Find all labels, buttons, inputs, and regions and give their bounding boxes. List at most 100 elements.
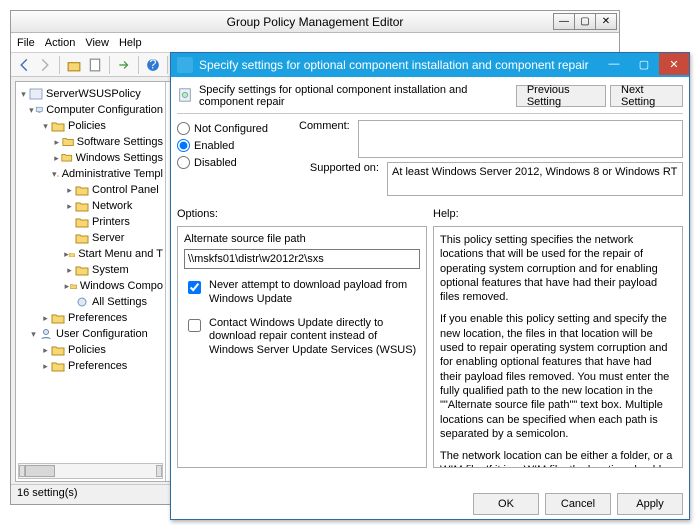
menu-view[interactable]: View <box>85 37 109 49</box>
folder-icon <box>57 168 59 180</box>
radio-input[interactable] <box>177 122 190 135</box>
maximize-button[interactable]: ▢ <box>574 13 596 30</box>
expander-icon[interactable]: ▸ <box>40 361 51 372</box>
cancel-button[interactable]: Cancel <box>545 493 611 515</box>
next-setting-button[interactable]: Next Setting <box>610 85 683 107</box>
dialog-heading: Specify settings for optional component … <box>199 84 516 108</box>
help-label: Help: <box>433 208 683 226</box>
toolbar-divider <box>59 56 60 74</box>
tree-prefs[interactable]: Preferences <box>68 312 127 324</box>
scroll-thumb[interactable] <box>25 465 55 477</box>
menu-file[interactable]: File <box>17 37 35 49</box>
close-button[interactable]: ✕ <box>595 13 617 30</box>
dialog-minimize-button[interactable]: — <box>599 53 629 75</box>
state-radios: Not Configured Enabled Disabled <box>177 120 287 196</box>
back-icon[interactable] <box>15 56 33 74</box>
settings-icon <box>75 296 89 308</box>
tree-usercfg[interactable]: User Configuration <box>56 328 148 340</box>
tree-uprefs[interactable]: Preferences <box>68 360 127 372</box>
tree-net[interactable]: Network <box>92 200 132 212</box>
folder-icon <box>62 136 74 148</box>
titlebar: Group Policy Management Editor — ▢ ✕ <box>11 11 619 33</box>
tree-compcfg[interactable]: Computer Configuration <box>46 104 163 116</box>
expander-icon[interactable]: ▸ <box>64 201 75 212</box>
dialog-close-button[interactable]: ✕ <box>659 53 689 75</box>
checkbox-input[interactable] <box>188 281 201 294</box>
options-label: Options: <box>177 208 427 226</box>
status-text: 16 setting(s) <box>17 487 78 499</box>
window-buttons: — ▢ ✕ <box>554 13 617 30</box>
tree-server[interactable]: Server <box>92 232 124 244</box>
radio-input[interactable] <box>177 139 190 152</box>
radio-input[interactable] <box>177 156 190 169</box>
tree-printers[interactable]: Printers <box>92 216 130 228</box>
tree-software[interactable]: Software Settings <box>77 136 163 148</box>
expander-icon[interactable]: ▸ <box>52 137 62 148</box>
tree-cp[interactable]: Control Panel <box>92 184 159 196</box>
expander-icon[interactable] <box>64 217 75 227</box>
alt-path-input[interactable] <box>184 249 420 269</box>
folder-icon <box>51 120 65 132</box>
expander-icon[interactable] <box>64 233 75 243</box>
tree: ▾ ServerWSUSPolicy ▾ Computer Configuratio… <box>16 82 165 378</box>
expander-icon[interactable]: ▸ <box>40 345 51 356</box>
expander-icon[interactable]: ▸ <box>64 265 75 276</box>
ok-button[interactable]: OK <box>473 493 539 515</box>
expander-icon[interactable]: ▸ <box>52 153 61 164</box>
dialog-body: Specify settings for optional component … <box>177 81 683 515</box>
help-box[interactable]: This policy setting specifies the networ… <box>433 226 683 468</box>
tree-admin[interactable]: Administrative Templ <box>62 168 163 180</box>
tree-scrollbar[interactable] <box>18 463 163 479</box>
expander-icon[interactable]: ▾ <box>18 89 29 100</box>
previous-setting-button[interactable]: Previous Setting <box>516 85 606 107</box>
checkbox-label: Contact Windows Update directly to downl… <box>209 317 420 358</box>
tree-system[interactable]: System <box>92 264 129 276</box>
folder-icon <box>69 248 75 260</box>
toolbar-divider <box>109 56 110 74</box>
expander-icon[interactable]: ▾ <box>28 105 35 116</box>
checkbox-input[interactable] <box>188 319 201 332</box>
radio-enabled[interactable]: Enabled <box>177 139 287 152</box>
menu-action[interactable]: Action <box>45 37 76 49</box>
folder-icon <box>75 184 89 196</box>
folder-icon <box>51 312 65 324</box>
tree-pane[interactable]: ▾ ServerWSUSPolicy ▾ Computer Configuratio… <box>16 82 166 481</box>
tree-windows[interactable]: Windows Settings <box>76 152 163 164</box>
apply-button[interactable]: Apply <box>617 493 683 515</box>
radio-label: Not Configured <box>194 123 268 135</box>
menu-help[interactable]: Help <box>119 37 142 49</box>
tree-root[interactable]: ServerWSUSPolicy <box>46 88 141 100</box>
radio-label: Enabled <box>194 140 234 152</box>
up-icon[interactable] <box>65 56 83 74</box>
checkbox-never-download[interactable]: Never attempt to download payload from W… <box>184 279 420 307</box>
help-icon[interactable]: ? <box>144 56 162 74</box>
scroll-right-icon[interactable] <box>156 465 162 477</box>
radio-disabled[interactable]: Disabled <box>177 156 287 169</box>
tree-wincomp[interactable]: Windows Compo <box>80 280 163 292</box>
policy-setting-icon <box>177 87 193 105</box>
minimize-button[interactable]: — <box>553 13 575 30</box>
radio-not-configured[interactable]: Not Configured <box>177 122 287 135</box>
expander-icon[interactable] <box>64 297 75 307</box>
comment-field[interactable] <box>358 120 683 158</box>
properties-icon[interactable] <box>86 56 104 74</box>
export-icon[interactable] <box>115 56 133 74</box>
tree-policies[interactable]: Policies <box>68 120 106 132</box>
tree-allset[interactable]: All Settings <box>92 296 147 308</box>
expander-icon[interactable]: ▾ <box>28 329 39 340</box>
expander-icon[interactable]: ▸ <box>40 313 51 324</box>
dialog-maximize-button[interactable]: ▢ <box>629 53 659 75</box>
comment-label: Comment: <box>299 120 350 132</box>
checkbox-label: Never attempt to download payload from W… <box>209 279 420 307</box>
tree-upolicies[interactable]: Policies <box>68 344 106 356</box>
supported-value: At least Windows Server 2012, Windows 8 … <box>387 162 683 196</box>
toolbar-divider <box>138 56 139 74</box>
alt-path-label: Alternate source file path <box>184 233 420 245</box>
scroll-track[interactable] <box>25 465 156 477</box>
svg-text:?: ? <box>149 58 156 72</box>
tree-start[interactable]: Start Menu and T <box>78 248 163 260</box>
expander-icon[interactable]: ▸ <box>64 185 75 196</box>
forward-icon[interactable] <box>36 56 54 74</box>
checkbox-contact-wu[interactable]: Contact Windows Update directly to downl… <box>184 317 420 358</box>
expander-icon[interactable]: ▾ <box>40 121 51 132</box>
